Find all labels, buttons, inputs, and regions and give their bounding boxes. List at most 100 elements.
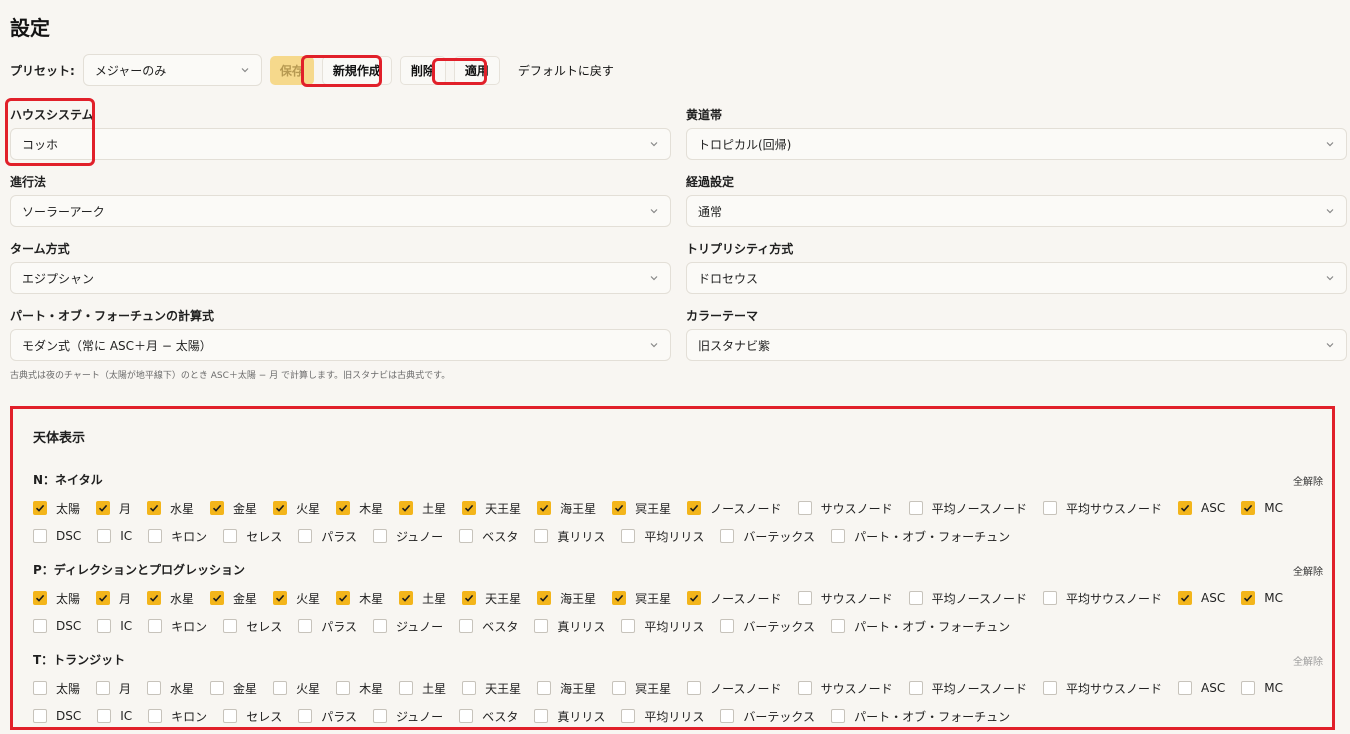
- checkbox-item[interactable]: 平均リリス: [621, 707, 704, 725]
- checkbox[interactable]: [908, 501, 923, 515]
- checkbox[interactable]: [399, 501, 414, 515]
- checkbox[interactable]: [96, 591, 111, 605]
- checkbox-item[interactable]: ジュノー: [372, 707, 443, 725]
- checkbox-item[interactable]: 海王星: [537, 679, 596, 697]
- checkbox-item[interactable]: サウスノード: [797, 499, 893, 517]
- checkbox-item[interactable]: 真リリス: [534, 527, 605, 545]
- checkbox[interactable]: [720, 619, 735, 633]
- checkbox[interactable]: [687, 591, 702, 605]
- checkbox[interactable]: [612, 681, 627, 695]
- checkbox-item[interactable]: 金星: [210, 589, 257, 607]
- checkbox[interactable]: [372, 619, 387, 633]
- checkbox[interactable]: [33, 591, 47, 605]
- checkbox[interactable]: [687, 681, 702, 695]
- checkbox[interactable]: [147, 501, 162, 515]
- checkbox[interactable]: [459, 529, 474, 543]
- checkbox-item[interactable]: 海王星: [537, 499, 596, 517]
- checkbox[interactable]: [908, 681, 923, 695]
- checkbox-item[interactable]: IC: [97, 707, 132, 725]
- checkbox[interactable]: [462, 501, 477, 515]
- checkbox-item[interactable]: 月: [96, 589, 131, 607]
- checkbox-item[interactable]: パート・オブ・フォーチュン: [831, 617, 1010, 635]
- progression-select[interactable]: ソーラーアーク: [10, 195, 671, 227]
- checkbox-item[interactable]: MC: [1241, 589, 1283, 607]
- checkbox-item[interactable]: 平均リリス: [621, 617, 704, 635]
- checkbox[interactable]: [537, 681, 552, 695]
- checkbox[interactable]: [1241, 501, 1256, 515]
- checkbox-item[interactable]: ノースノード: [687, 499, 782, 517]
- checkbox-item[interactable]: 火星: [273, 499, 320, 517]
- checkbox[interactable]: [459, 619, 474, 633]
- checkbox[interactable]: [621, 529, 636, 543]
- checkbox[interactable]: [534, 709, 549, 723]
- checkbox-item[interactable]: 金星: [210, 679, 257, 697]
- checkbox-item[interactable]: 平均サウスノード: [1042, 499, 1162, 517]
- checkbox-item[interactable]: パラス: [298, 707, 357, 725]
- checkbox[interactable]: [399, 681, 414, 695]
- checkbox-item[interactable]: ベスタ: [459, 527, 518, 545]
- clear-all-button[interactable]: 全解除: [1293, 563, 1323, 578]
- checkbox-item[interactable]: 平均サウスノード: [1042, 589, 1162, 607]
- checkbox-item[interactable]: ノースノード: [687, 679, 782, 697]
- checkbox-item[interactable]: 土星: [399, 679, 446, 697]
- checkbox[interactable]: [720, 529, 735, 543]
- checkbox-item[interactable]: IC: [97, 617, 132, 635]
- checkbox-item[interactable]: 冥王星: [612, 589, 671, 607]
- checkbox-item[interactable]: 太陽: [33, 499, 80, 517]
- checkbox[interactable]: [96, 681, 111, 695]
- checkbox[interactable]: [223, 619, 238, 633]
- checkbox-item[interactable]: パラス: [298, 617, 357, 635]
- checkbox-item[interactable]: バーテックス: [720, 527, 815, 545]
- checkbox[interactable]: [1042, 501, 1057, 515]
- checkbox[interactable]: [298, 529, 313, 543]
- checkbox[interactable]: [210, 681, 225, 695]
- checkbox[interactable]: [223, 529, 238, 543]
- checkbox[interactable]: [148, 619, 163, 633]
- checkbox-item[interactable]: 木星: [336, 679, 383, 697]
- checkbox[interactable]: [372, 709, 387, 723]
- checkbox[interactable]: [1042, 681, 1057, 695]
- checkbox-item[interactable]: バーテックス: [720, 617, 815, 635]
- checkbox[interactable]: [148, 529, 163, 543]
- checkbox-item[interactable]: サウスノード: [797, 589, 893, 607]
- checkbox[interactable]: [273, 591, 288, 605]
- checkbox[interactable]: [336, 501, 351, 515]
- checkbox-item[interactable]: 真リリス: [534, 707, 605, 725]
- checkbox[interactable]: [462, 681, 477, 695]
- checkbox-item[interactable]: キロン: [148, 707, 207, 725]
- checkbox[interactable]: [797, 591, 812, 605]
- clear-all-button[interactable]: 全解除: [1293, 653, 1323, 668]
- checkbox-item[interactable]: パート・オブ・フォーチュン: [831, 707, 1010, 725]
- checkbox[interactable]: [33, 619, 47, 633]
- checkbox-item[interactable]: 土星: [399, 589, 446, 607]
- checkbox[interactable]: [33, 681, 47, 695]
- checkbox[interactable]: [97, 619, 112, 633]
- checkbox-item[interactable]: 水星: [147, 679, 194, 697]
- checkbox-item[interactable]: パラス: [298, 527, 357, 545]
- checkbox[interactable]: [831, 529, 846, 543]
- checkbox-item[interactable]: 平均ノースノード: [908, 679, 1027, 697]
- checkbox-item[interactable]: ノースノード: [687, 589, 782, 607]
- checkbox[interactable]: [1241, 681, 1256, 695]
- checkbox[interactable]: [273, 681, 288, 695]
- checkbox[interactable]: [372, 529, 387, 543]
- checkbox[interactable]: [336, 681, 351, 695]
- checkbox[interactable]: [1178, 591, 1192, 605]
- checkbox[interactable]: [459, 709, 474, 723]
- checkbox[interactable]: [1042, 591, 1057, 605]
- checkbox-item[interactable]: 太陽: [33, 589, 80, 607]
- color-theme-select[interactable]: 旧スタナビ紫: [686, 329, 1347, 361]
- checkbox-item[interactable]: ASC: [1178, 679, 1225, 697]
- checkbox-item[interactable]: 天王星: [462, 679, 521, 697]
- checkbox[interactable]: [831, 709, 846, 723]
- checkbox-item[interactable]: ベスタ: [459, 707, 518, 725]
- checkbox-item[interactable]: 月: [96, 499, 131, 517]
- checkbox[interactable]: [687, 501, 702, 515]
- checkbox-item[interactable]: 平均リリス: [621, 527, 704, 545]
- checkbox-item[interactable]: 平均ノースノード: [908, 589, 1027, 607]
- checkbox[interactable]: [97, 529, 112, 543]
- checkbox-item[interactable]: 土星: [399, 499, 446, 517]
- checkbox[interactable]: [537, 591, 552, 605]
- checkbox[interactable]: [298, 709, 313, 723]
- checkbox-item[interactable]: 真リリス: [534, 617, 605, 635]
